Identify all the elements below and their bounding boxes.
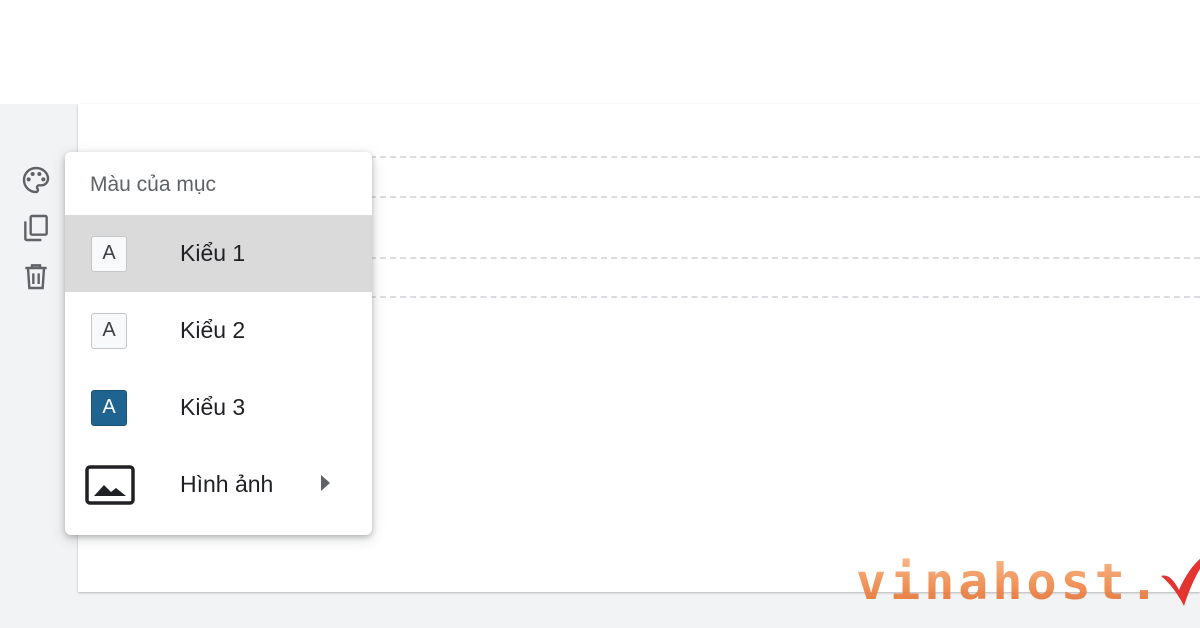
menu-item-hinh-anh[interactable]: Hình ảnh (65, 446, 372, 523)
palette-icon[interactable] (18, 162, 54, 198)
watermark-text: vinahost. (856, 553, 1163, 611)
menu-item-kieu-2[interactable]: A Kiểu 2 (65, 292, 372, 369)
menu-title: Màu của mục (90, 172, 217, 196)
trash-icon[interactable] (18, 258, 54, 294)
submenu-arrow-icon (321, 475, 330, 491)
watermark: vinahost. (856, 546, 1200, 612)
checkmark-icon (1160, 558, 1200, 606)
swatch-kieu-3: A (91, 389, 127, 426)
image-icon (85, 464, 135, 505)
menu-item-label: Kiểu 3 (180, 394, 246, 420)
copy-icon[interactable] (18, 210, 54, 246)
menu-item-label: Kiểu 1 (180, 240, 246, 266)
menu-item-label: Kiểu 2 (180, 317, 246, 343)
swatch-kieu-2: A (91, 312, 127, 349)
menu-item-kieu-1[interactable]: A Kiểu 1 (65, 215, 372, 292)
item-toolbar (16, 162, 56, 294)
item-color-menu: Màu của mục A Kiểu 1 A Kiểu 2 A Kiểu 3 H… (65, 152, 372, 535)
section-divider (370, 257, 1200, 259)
section-divider (370, 296, 1200, 298)
swatch-kieu-1: A (91, 235, 127, 272)
menu-item-label: Hình ảnh (180, 471, 274, 497)
section-divider (370, 156, 1200, 158)
menu-item-kieu-3[interactable]: A Kiểu 3 (65, 369, 372, 446)
section-divider (370, 196, 1200, 198)
